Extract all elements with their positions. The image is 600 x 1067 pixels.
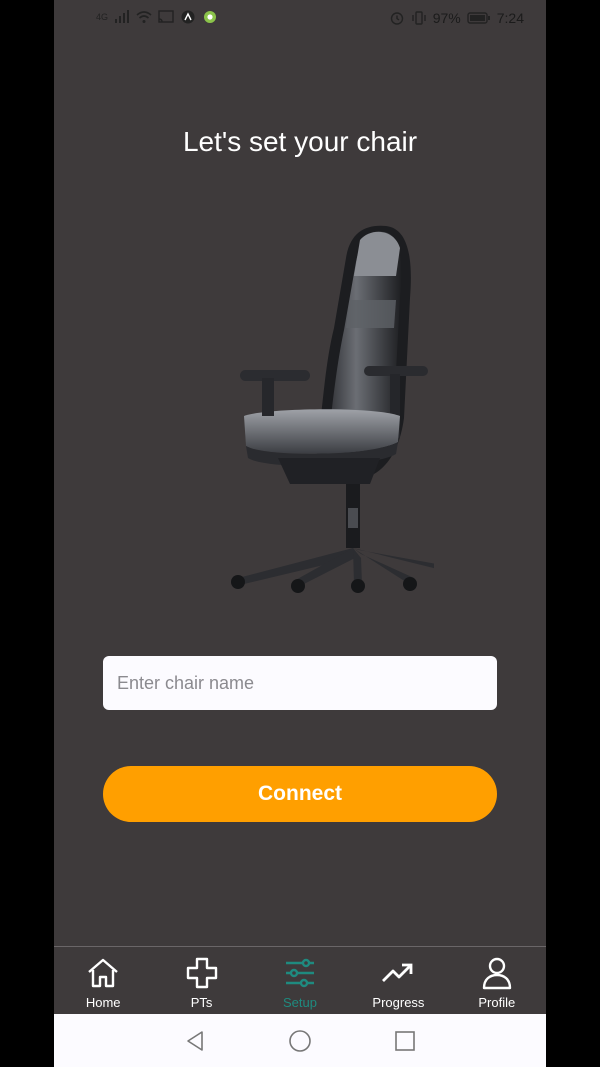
page-title: Let's set your chair [182,126,418,157]
signal-icon [115,10,130,23]
tab-home[interactable]: Home [54,947,152,1014]
tab-progress-label: Progress [372,995,425,1010]
status-bar: 4G 97% 7:24 [54,0,546,38]
connect-button[interactable]: Connect [103,766,497,822]
tab-home-label: Home [85,995,121,1010]
tab-setup-label: Setup [283,995,317,1010]
trend-icon [382,963,413,982]
status-left: 4G [96,10,218,24]
network-label: 4G [96,12,109,22]
person-icon [482,957,512,990]
home-icon [88,958,118,988]
alarm-icon [390,12,403,25]
tab-pts-label: PTs [190,995,213,1010]
tab-progress[interactable]: Progress [349,947,447,1014]
tab-pts[interactable]: PTs [152,947,250,1014]
tab-setup[interactable]: Setup [251,947,349,1014]
chair-name-input[interactable] [103,656,497,710]
recents-icon[interactable] [394,1030,416,1052]
vibrate-icon [412,11,426,25]
battery-icon [467,12,490,24]
system-nav-bar [54,1014,546,1067]
back-icon[interactable] [184,1030,206,1052]
bottom-nav: Home PTs Setup Progress Profile [54,946,546,1014]
tab-profile[interactable]: Profile [448,947,546,1014]
chair-image [231,225,434,593]
wifi-icon [136,11,152,23]
clock: 7:24 [496,10,524,26]
app-notification-icon [181,10,195,24]
battery-percent: 97% [432,10,461,26]
app-screen: 4G 97% 7:24 Let's set your chair Enter c… [54,0,546,1067]
cast-icon [158,10,174,23]
home-circle-icon[interactable] [289,1030,311,1052]
sliders-icon [286,958,315,988]
active-dot-icon [204,11,217,23]
tab-profile-label: Profile [478,995,516,1010]
status-right: 97% 7:24 [389,10,524,26]
plus-icon [186,957,217,989]
